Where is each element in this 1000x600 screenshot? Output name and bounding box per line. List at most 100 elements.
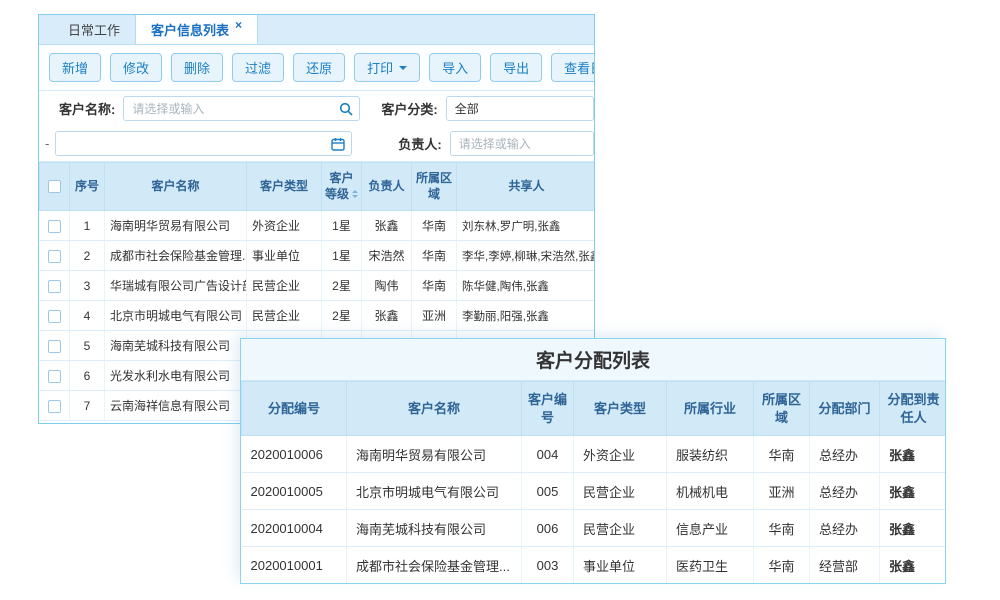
table-row: 4 北京市明城电气有限公司 民营企业 2星 张鑫 亚洲 李勤丽,阳强,张鑫 <box>40 301 596 331</box>
cell-level: 1星 <box>322 241 362 271</box>
close-icon[interactable]: × <box>235 19 242 31</box>
cell-type: 民营企业 <box>247 301 322 331</box>
row-checkbox[interactable] <box>48 370 61 383</box>
cell-type: 外资企业 <box>574 436 667 473</box>
cell-industry: 机械机电 <box>667 473 754 510</box>
cell-no: 1 <box>70 211 105 241</box>
import-button[interactable]: 导入 <box>429 53 481 82</box>
cell-customer-name[interactable]: 海南芜城科技有限公司 <box>105 331 247 361</box>
table-row: 2020010005 北京市明城电气有限公司 005 民营企业 机械机电 亚洲 … <box>242 473 947 510</box>
row-checkbox[interactable] <box>48 220 61 233</box>
row-checkbox[interactable] <box>48 340 61 353</box>
col-header-name: 客户名称 <box>105 163 247 211</box>
col-header-type: 客户类型 <box>247 163 322 211</box>
cell-customer-name[interactable]: 成都市社会保险基金管理... <box>347 547 522 584</box>
row-checkbox[interactable] <box>48 250 61 263</box>
row-checkbox[interactable] <box>48 310 61 323</box>
toolbar: 新增 修改 删除 过滤 还原 打印 导入 导出 查看日志 <box>39 45 594 91</box>
cell-dept: 总经办 <box>810 473 880 510</box>
select-all-cell <box>40 163 70 211</box>
cell-customer-name[interactable]: 北京市明城电气有限公司 <box>347 473 522 510</box>
restore-button[interactable]: 还原 <box>293 53 345 82</box>
select-all-checkbox[interactable] <box>48 180 61 193</box>
cell-level: 2星 <box>322 301 362 331</box>
col-header-industry: 所属行业 <box>667 382 754 436</box>
col-header-type: 客户类型 <box>574 382 667 436</box>
cell-region: 亚洲 <box>754 473 810 510</box>
cell-region: 华南 <box>754 547 810 584</box>
filter-row-1: 客户名称: 客户分类: 全部 <box>39 91 594 126</box>
cell-alloc-no[interactable]: 2020010006 <box>242 436 347 473</box>
cell-cust-no: 003 <box>522 547 574 584</box>
tab-customer-info-list[interactable]: 客户信息列表 × <box>135 15 258 44</box>
cell-no: 4 <box>70 301 105 331</box>
cell-region: 华南 <box>412 211 457 241</box>
date-input[interactable] <box>56 132 351 155</box>
cell-industry: 医药卫生 <box>667 547 754 584</box>
cell-customer-name[interactable]: 云南海祥信息有限公司 <box>105 391 247 421</box>
col-header-no: 序号 <box>70 163 105 211</box>
view-log-button[interactable]: 查看日志 <box>551 53 595 82</box>
tab-bar: 日常工作 客户信息列表 × <box>39 15 594 45</box>
calendar-icon[interactable] <box>331 137 345 151</box>
col-header-region: 所属区域 <box>412 163 457 211</box>
owner-input[interactable] <box>451 132 593 155</box>
cell-alloc-no[interactable]: 2020010004 <box>242 510 347 547</box>
table-row: 3 华瑞城有限公司广告设计部 民营企业 2星 陶伟 华南 陈华健,陶伟,张鑫 <box>40 271 596 301</box>
add-button[interactable]: 新增 <box>49 53 101 82</box>
cell-customer-name[interactable]: 成都市社会保险基金管理... <box>105 241 247 271</box>
print-button[interactable]: 打印 <box>354 53 420 82</box>
allocation-table: 分配编号 客户名称 客户编号 客户类型 所属行业 所属区域 分配部门 分配到责任… <box>241 381 946 584</box>
cell-customer-name[interactable]: 海南芜城科技有限公司 <box>347 510 522 547</box>
cell-assignee[interactable]: 张鑫 <box>880 547 947 584</box>
edit-button[interactable]: 修改 <box>110 53 162 82</box>
cell-customer-name[interactable]: 北京市明城电气有限公司 <box>105 301 247 331</box>
cell-customer-name[interactable]: 光发水利水电有限公司 <box>105 361 247 391</box>
delete-button[interactable]: 删除 <box>171 53 223 82</box>
cell-dept: 总经办 <box>810 436 880 473</box>
cell-assignee[interactable]: 张鑫 <box>880 473 947 510</box>
cell-no: 2 <box>70 241 105 271</box>
cell-shared: 李华,李婷,柳琳,宋浩然,张鑫 <box>457 241 596 271</box>
export-button[interactable]: 导出 <box>490 53 542 82</box>
cell-type: 事业单位 <box>247 241 322 271</box>
cell-type: 民营企业 <box>574 473 667 510</box>
cell-customer-name[interactable]: 海南明华贸易有限公司 <box>105 211 247 241</box>
cell-no: 6 <box>70 361 105 391</box>
cell-no: 5 <box>70 331 105 361</box>
table-row: 2 成都市社会保险基金管理... 事业单位 1星 宋浩然 华南 李华,李婷,柳琳… <box>40 241 596 271</box>
cell-customer-name[interactable]: 华瑞城有限公司广告设计部 <box>105 271 247 301</box>
tab-daily-work[interactable]: 日常工作 <box>53 15 135 44</box>
cell-alloc-no[interactable]: 2020010001 <box>242 547 347 584</box>
cell-industry: 服装纺织 <box>667 436 754 473</box>
row-checkbox[interactable] <box>48 280 61 293</box>
owner-field <box>450 131 594 156</box>
cell-owner[interactable]: 张鑫 <box>362 301 412 331</box>
cell-owner[interactable]: 宋浩然 <box>362 241 412 271</box>
cell-customer-name[interactable]: 海南明华贸易有限公司 <box>347 436 522 473</box>
customer-category-value: 全部 <box>447 100 487 117</box>
filter-button[interactable]: 过滤 <box>232 53 284 82</box>
customer-name-field <box>123 96 360 121</box>
col-header-assignee: 分配到责任人 <box>880 382 947 436</box>
table-row: 2020010001 成都市社会保险基金管理... 003 事业单位 医药卫生 … <box>242 547 947 584</box>
col-header-level[interactable]: 客户等级 <box>322 163 362 211</box>
cell-assignee[interactable]: 张鑫 <box>880 510 947 547</box>
cell-dept: 经营部 <box>810 547 880 584</box>
cell-region: 华南 <box>412 271 457 301</box>
search-icon[interactable] <box>339 102 353 116</box>
customer-category-label: 客户分类: <box>381 99 437 118</box>
customer-name-input[interactable] <box>124 97 359 120</box>
cell-alloc-no[interactable]: 2020010005 <box>242 473 347 510</box>
cell-owner[interactable]: 陶伟 <box>362 271 412 301</box>
header-row: 序号 客户名称 客户类型 客户等级 负责人 所属区域 共享人 <box>40 163 596 211</box>
cell-assignee[interactable]: 张鑫 <box>880 436 947 473</box>
customer-category-select[interactable]: 全部 <box>446 96 594 121</box>
cell-no: 3 <box>70 271 105 301</box>
col-header-region: 所属区域 <box>754 382 810 436</box>
col-header-name: 客户名称 <box>347 382 522 436</box>
cell-dept: 总经办 <box>810 510 880 547</box>
row-checkbox[interactable] <box>48 400 61 413</box>
cell-owner[interactable]: 张鑫 <box>362 211 412 241</box>
sort-icon[interactable] <box>352 187 358 201</box>
